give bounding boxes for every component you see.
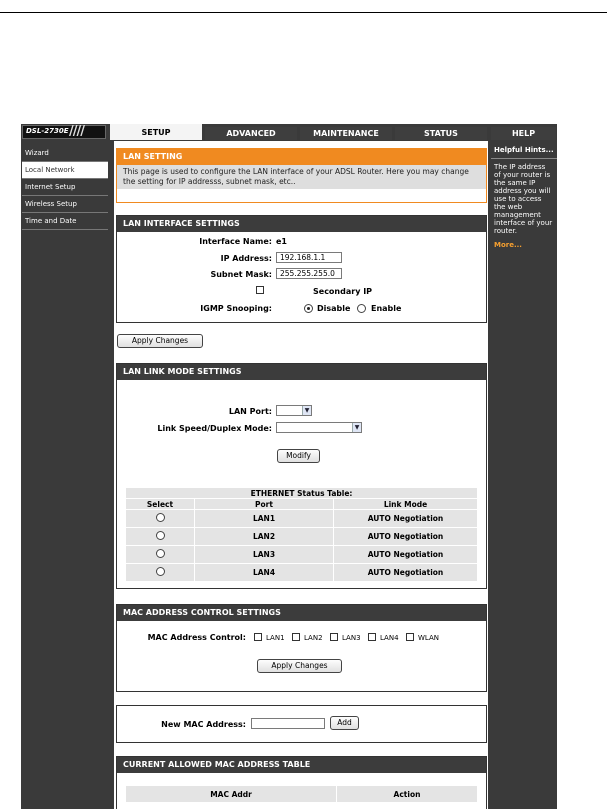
secondary-ip-label: Secondary IP <box>313 287 373 296</box>
mac-control-label: MAC Address Control: <box>147 633 246 642</box>
igmp-enable-radio[interactable] <box>357 304 366 313</box>
sidebar-item-wireless-setup[interactable]: Wireless Setup <box>22 196 108 213</box>
interface-name-value: e1 <box>276 237 287 246</box>
mac-lan4-label: LAN4 <box>380 634 399 642</box>
sidebar-item-time-and-date[interactable]: Time and Date <box>22 213 108 230</box>
lan-setting-description: This page is used to configure the LAN i… <box>117 165 486 189</box>
tab-setup[interactable]: SETUP <box>110 124 202 140</box>
link-mode-cell: AUTO Negotiation <box>334 546 477 563</box>
secondary-ip-checkbox[interactable] <box>256 286 264 294</box>
link-mode-cell: AUTO Negotiation <box>334 528 477 545</box>
ip-address-label: IP Address: <box>220 254 272 263</box>
mac-control-title: MAC ADDRESS CONTROL SETTINGS <box>117 605 486 621</box>
port-cell: LAN4 <box>195 564 333 581</box>
ip-address-input[interactable] <box>276 252 342 263</box>
allowed-mac-title: CURRENT ALLOWED MAC ADDRESS TABLE <box>117 757 486 773</box>
logo-slashes: //// <box>69 124 85 139</box>
mac-lan2-checkbox[interactable] <box>292 633 300 641</box>
tab-maintenance[interactable]: MAINTENANCE <box>300 127 392 140</box>
select-lan1-radio[interactable] <box>155 513 165 522</box>
mac-wlan-label: WLAN <box>418 634 440 642</box>
select-lan2-radio[interactable] <box>155 531 165 540</box>
sidebar-item-internet-setup[interactable]: Internet Setup <box>22 179 108 196</box>
logo-text: DSL-2730E <box>26 127 69 135</box>
select-lan3-radio[interactable] <box>155 549 165 558</box>
mac-lan3-label: LAN3 <box>342 634 361 642</box>
subnet-mask-label: Subnet Mask: <box>210 270 272 279</box>
lan-setting-panel: LAN SETTING This page is used to configu… <box>116 148 487 203</box>
interface-name-label: Interface Name: <box>199 237 272 246</box>
sidebar: Wizard Local Network Internet Setup Wire… <box>22 145 108 230</box>
link-mode-cell: AUTO Negotiation <box>334 510 477 527</box>
port-cell: LAN3 <box>195 546 333 563</box>
column-header-action: Action <box>337 786 477 802</box>
port-cell: LAN1 <box>195 510 333 527</box>
top-rule <box>0 12 607 13</box>
igmp-snooping-label: IGMP Snooping: <box>200 304 272 313</box>
modify-button[interactable]: Modify <box>277 449 320 463</box>
select-lan4-radio[interactable] <box>155 567 165 576</box>
column-header-select: Select <box>126 499 194 509</box>
mac-wlan-checkbox[interactable] <box>406 633 414 641</box>
tab-help[interactable]: HELP <box>491 127 556 140</box>
hints-text: The IP address of your router is the sam… <box>494 163 553 235</box>
link-mode-cell: AUTO Negotiation <box>334 564 477 581</box>
lan-interface-title: LAN INTERFACE SETTINGS <box>117 216 486 232</box>
table-row: LAN2 AUTO Negotiation <box>126 528 477 545</box>
allowed-mac-table: MAC Addr Action <box>125 785 478 803</box>
link-speed-select[interactable]: ▼ <box>276 422 362 433</box>
mac-lan3-checkbox[interactable] <box>330 633 338 641</box>
tab-status[interactable]: STATUS <box>395 127 487 140</box>
add-mac-button[interactable]: Add <box>330 716 359 730</box>
new-mac-input[interactable] <box>251 718 325 729</box>
product-logo: DSL-2730E //// <box>22 124 106 139</box>
lan-setting-title: LAN SETTING <box>117 149 486 165</box>
table-row: LAN4 AUTO Negotiation <box>126 564 477 581</box>
lan-port-select[interactable]: ▼ <box>276 405 312 416</box>
hints-more-link[interactable]: More... <box>491 239 557 251</box>
ethernet-table-title: ETHERNET Status Table: <box>126 488 477 498</box>
sidebar-item-wizard[interactable]: Wizard <box>22 145 108 162</box>
hints-title: Helpful Hints... <box>491 144 557 159</box>
mac-control-panel: MAC ADDRESS CONTROL SETTINGS <box>116 604 487 692</box>
chevron-down-icon: ▼ <box>302 406 311 415</box>
mac-lan2-label: LAN2 <box>304 634 323 642</box>
mac-lan4-checkbox[interactable] <box>368 633 376 641</box>
igmp-disable-label: Disable <box>317 304 351 313</box>
link-speed-label: Link Speed/Duplex Mode: <box>157 424 272 433</box>
column-header-mac-addr: MAC Addr <box>126 786 336 802</box>
column-header-port: Port <box>195 499 333 509</box>
chevron-down-icon: ▼ <box>352 423 361 432</box>
apply-changes-button[interactable]: Apply Changes <box>117 334 203 348</box>
mac-apply-changes-button[interactable]: Apply Changes <box>257 659 342 673</box>
igmp-disable-radio[interactable] <box>304 304 313 313</box>
igmp-enable-label: Enable <box>371 304 402 313</box>
port-cell: LAN2 <box>195 528 333 545</box>
lan-link-mode-title: LAN LINK MODE SETTINGS <box>117 364 486 380</box>
table-row: LAN3 AUTO Negotiation <box>126 546 477 563</box>
ethernet-status-table: ETHERNET Status Table: Select Port Link … <box>125 487 478 582</box>
helpful-hints: Helpful Hints... The IP address of your … <box>491 144 557 251</box>
mac-lan1-label: LAN1 <box>266 634 285 642</box>
sidebar-item-local-network[interactable]: Local Network <box>22 162 108 179</box>
mac-lan1-checkbox[interactable] <box>254 633 262 641</box>
table-row: LAN1 AUTO Negotiation <box>126 510 477 527</box>
subnet-mask-input[interactable] <box>276 268 342 279</box>
lan-port-label: LAN Port: <box>228 407 272 416</box>
tab-advanced[interactable]: ADVANCED <box>205 127 297 140</box>
column-header-link-mode: Link Mode <box>334 499 477 509</box>
new-mac-label: New MAC Address: <box>161 720 246 729</box>
